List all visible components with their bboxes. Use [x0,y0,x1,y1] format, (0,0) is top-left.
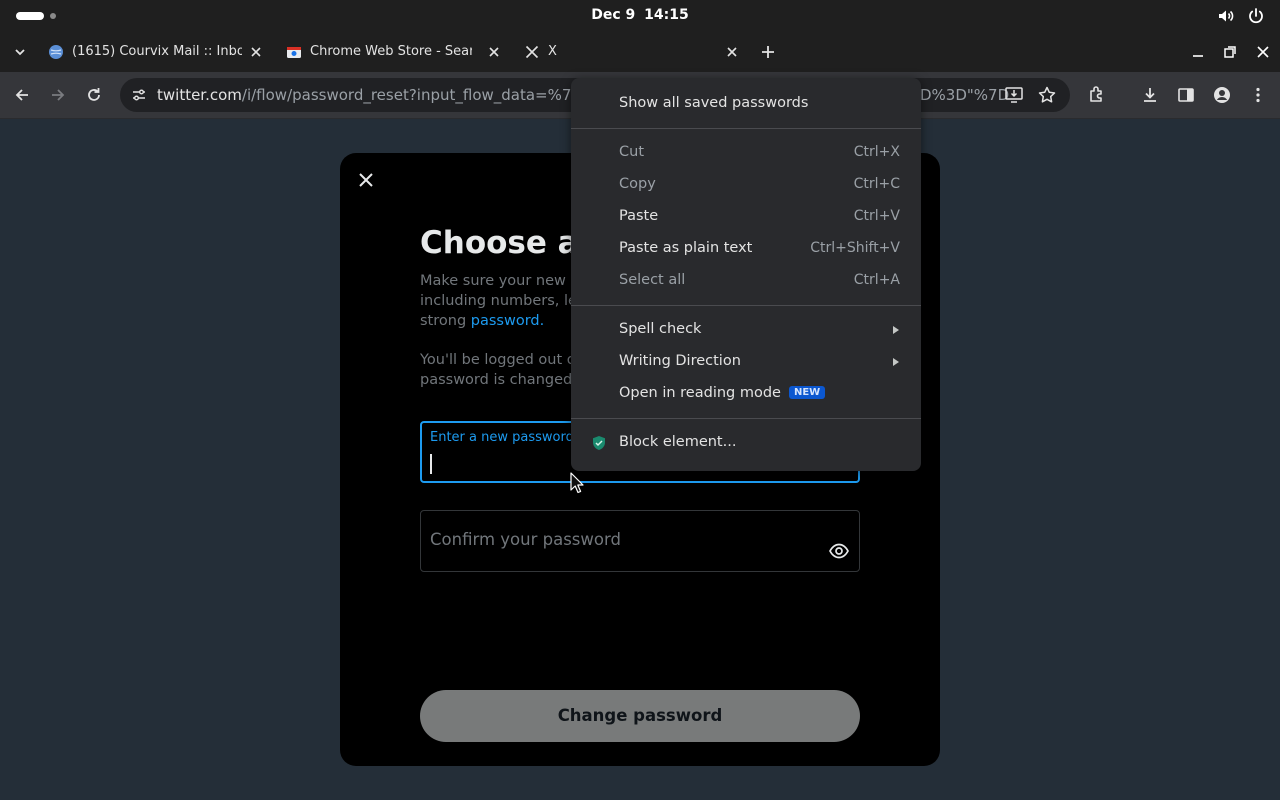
x-logo-favicon-icon [524,44,540,60]
menu-item-select-all[interactable]: Select all Ctrl+A [571,265,921,297]
tab-close-icon[interactable] [249,45,263,59]
url-host: twitter.com [157,86,242,104]
tab-title: Chrome Web Store - Search [310,44,472,59]
system-clock[interactable]: Dec 9 14:15 [0,7,1280,23]
menu-item-label: Cut [619,144,644,160]
menu-item-label: Open in reading mode NEW [619,385,826,401]
menu-item-label: Paste [619,208,659,224]
tab-search-chevron-icon[interactable] [10,42,30,62]
downloads-icon[interactable] [1140,85,1160,105]
system-bar: Dec 9 14:15 [0,0,1280,32]
url-path: /i/flow/password_reset?input_flow_data=%… [241,86,623,104]
menu-item-label: Paste as plain text [619,240,753,256]
submenu-arrow-icon [893,358,899,366]
chrome-web-store-favicon-icon [286,44,302,60]
menu-item-cut[interactable]: Cut Ctrl+X [571,137,921,169]
menu-item-reading-mode[interactable]: Open in reading mode NEW [571,378,921,410]
profile-avatar-icon[interactable] [1212,85,1232,105]
tab-strip: (1615) Courvix Mail :: Inbox Chrome Web … [0,32,1280,72]
reading-mode-text: Open in reading mode [619,385,781,401]
tab-close-icon[interactable] [725,45,739,59]
menu-separator [571,305,921,306]
clock-time: 14:15 [644,7,689,23]
menu-item-paste-plain-text[interactable]: Paste as plain text Ctrl+Shift+V [571,233,921,265]
menu-item-label: Copy [619,176,656,192]
tab-title: X [548,44,557,59]
close-window-icon[interactable] [1255,44,1271,60]
minimize-icon[interactable] [1190,44,1206,60]
site-info-tune-icon[interactable] [130,86,148,104]
menu-item-label: Show all saved passwords [619,95,809,111]
back-arrow-icon[interactable] [12,85,32,105]
menu-item-label: Spell check [619,321,702,337]
close-icon[interactable] [356,170,376,190]
forward-arrow-icon[interactable] [48,85,68,105]
menu-item-label: Block element... [619,434,737,450]
mail-globe-favicon-icon [48,44,64,60]
volume-icon[interactable] [1217,7,1235,25]
tab-x[interactable]: X [524,36,744,68]
menu-separator [571,128,921,129]
url-text: twitter.com/i/flow/password_reset?input_… [157,86,623,104]
tab-courvix-mail[interactable]: (1615) Courvix Mail :: Inbox [48,36,268,68]
confirm-password-placeholder: Confirm your password [430,530,621,549]
menu-item-label: Writing Direction [619,353,741,369]
menu-item-shortcut: Ctrl+A [853,272,900,288]
menu-item-shortcut: Ctrl+C [853,176,900,192]
password-link[interactable]: password. [471,313,544,329]
install-app-icon[interactable] [1004,85,1024,105]
menu-item-shortcut: Ctrl+X [853,144,900,160]
power-icon[interactable] [1247,7,1265,25]
tab-chrome-web-store[interactable]: Chrome Web Store - Search [286,36,506,68]
menu-item-copy[interactable]: Copy Ctrl+C [571,169,921,201]
tab-close-icon[interactable] [487,45,501,59]
reload-icon[interactable] [84,85,104,105]
menu-item-shortcut: Ctrl+V [853,208,900,224]
menu-item-spell-check[interactable]: Spell check [571,314,921,346]
menu-item-block-element[interactable]: Block element... [571,427,921,459]
new-tab-plus-icon[interactable] [759,43,777,61]
menu-separator [571,418,921,419]
restore-window-icon[interactable] [1222,44,1238,60]
bookmark-star-icon[interactable] [1037,85,1057,105]
more-vertical-icon[interactable] [1248,85,1268,105]
menu-item-writing-direction[interactable]: Writing Direction [571,346,921,378]
new-badge: NEW [788,386,826,399]
clock-date: Dec 9 [591,7,636,23]
tab-title: (1615) Courvix Mail :: Inbox [72,44,242,59]
side-panel-icon[interactable] [1176,85,1196,105]
context-menu: Show all saved passwords Cut Ctrl+X Copy… [571,78,921,471]
menu-item-label: Select all [619,272,686,288]
extensions-puzzle-icon[interactable] [1087,85,1107,105]
mouse-pointer-icon [570,472,584,494]
text-caret [430,454,432,474]
change-password-button[interactable]: Change password [420,690,860,742]
url-tail: D%3D"%7D [920,86,1010,104]
confirm-password-field[interactable]: Confirm your password [420,510,860,572]
submenu-arrow-icon [893,326,899,334]
menu-item-shortcut: Ctrl+Shift+V [810,240,900,256]
eye-icon[interactable] [828,542,850,560]
new-password-label: Enter a new password [430,430,574,445]
menu-item-show-saved-passwords[interactable]: Show all saved passwords [571,88,921,120]
shield-extension-icon [591,435,607,451]
menu-item-paste[interactable]: Paste Ctrl+V [571,201,921,233]
